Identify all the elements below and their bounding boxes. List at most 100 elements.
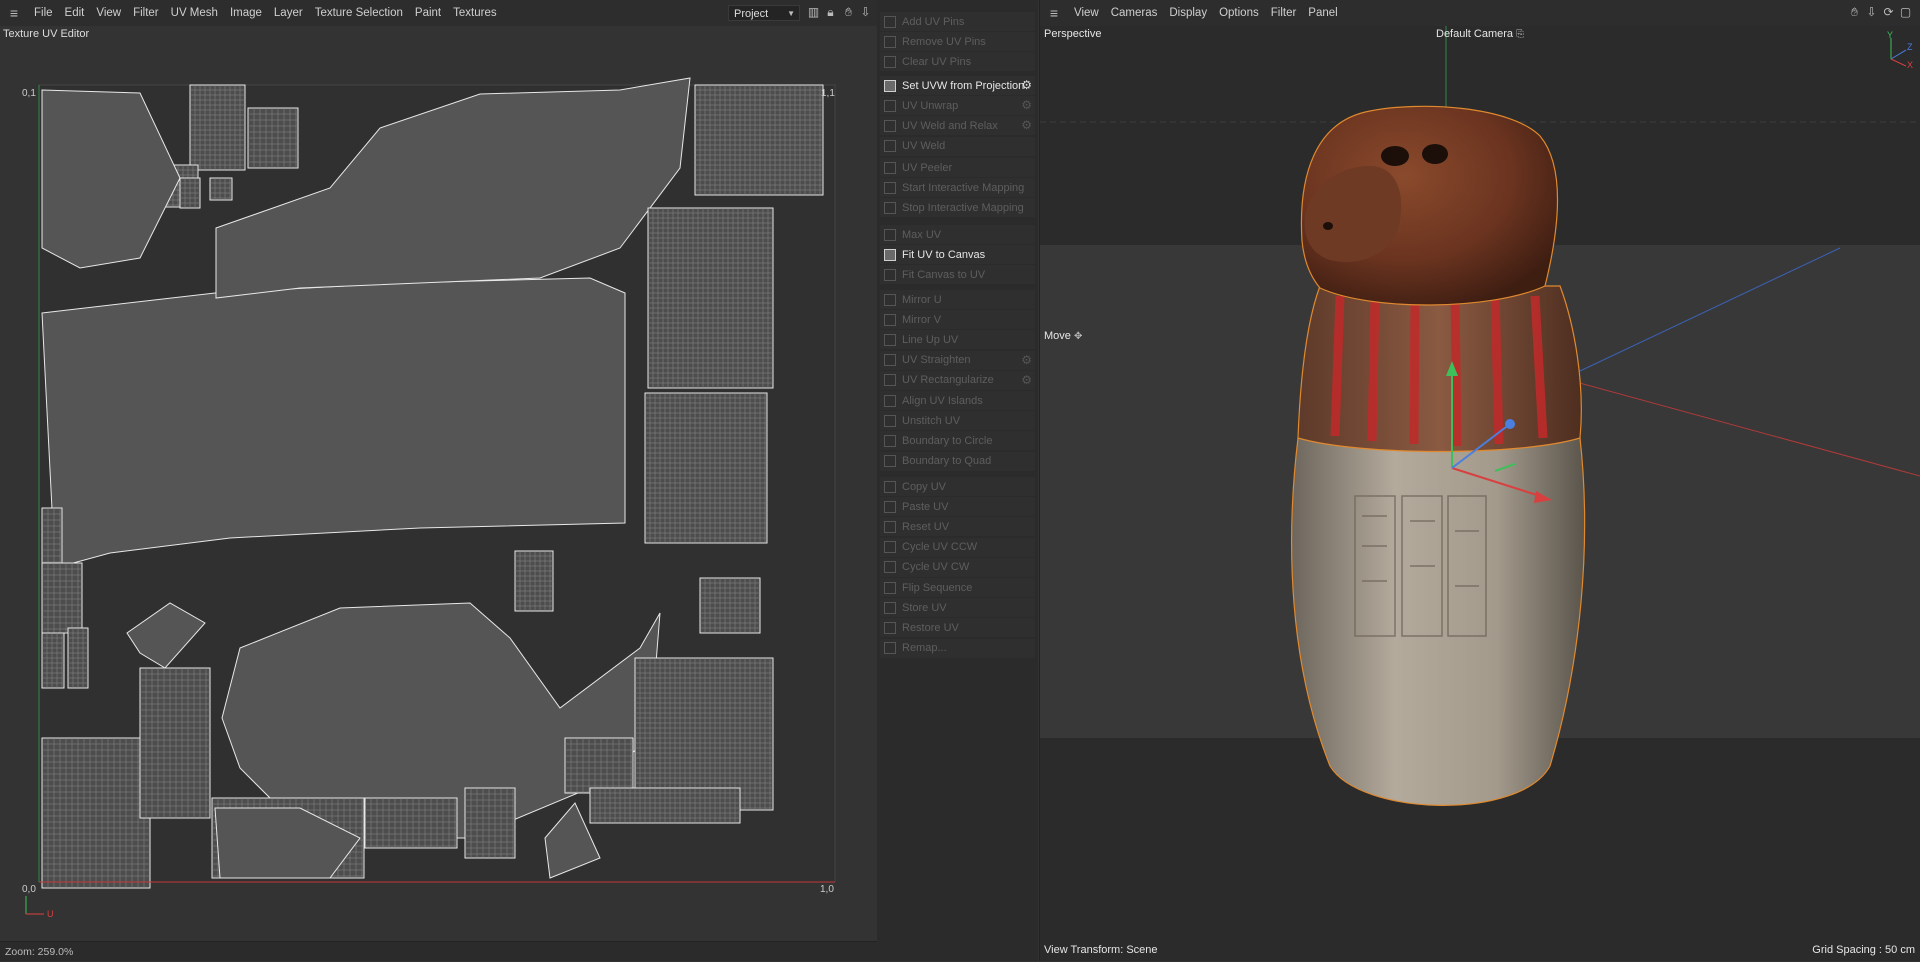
cmd-set-uvw-from-projection[interactable]: Set UVW from Projection ⚙ <box>880 76 1035 95</box>
cmd-uv-weld-and-relax[interactable]: UV Weld and Relax ⚙ <box>880 116 1035 136</box>
uv-menu-texture-selection[interactable]: Texture Selection <box>309 0 409 26</box>
cmd-restore-uv[interactable]: Restore UV <box>880 618 1035 638</box>
gear-icon[interactable]: ⚙ <box>1021 354 1032 366</box>
uv-commands-panel: Add UV Pins Remove UV Pins Clear UV Pins Se… <box>877 0 1038 961</box>
panel-title: Texture UV Editor <box>3 28 90 40</box>
viewport-menu-display[interactable]: Display <box>1163 0 1213 26</box>
cmd-align-uv-islands[interactable]: Align UV Islands <box>880 391 1035 410</box>
uv-menu-layer[interactable]: Layer <box>268 0 309 26</box>
uv-island <box>464 787 516 859</box>
cmd-boundary-to-quad[interactable]: Boundary to Quad <box>880 451 1035 471</box>
command-label: UV Weld and Relax <box>902 119 998 132</box>
cmd-paste-uv[interactable]: Paste UV <box>880 497 1035 517</box>
uv-menu-view[interactable]: View <box>90 0 127 26</box>
viewport-menu-panel[interactable]: Panel <box>1302 0 1343 26</box>
gear-icon[interactable]: ⚙ <box>1021 99 1032 111</box>
uv-island <box>41 632 65 689</box>
command-label: Add UV Pins <box>902 15 965 28</box>
cmd-uv-rectangularize[interactable]: UV Rectangularize ⚙ <box>880 370 1035 390</box>
cmd-line-up-uv[interactable]: Line Up UV <box>880 330 1035 350</box>
cmd-clear-uv-pins[interactable]: Clear UV Pins <box>880 52 1035 72</box>
uv-island <box>694 84 824 196</box>
move-view-icon[interactable]: ⇩ <box>858 5 873 20</box>
command-icon <box>884 201 896 214</box>
command-icon <box>884 313 896 326</box>
hamburger-icon[interactable]: ≡ <box>0 0 28 26</box>
grid-spacing-label: Grid Spacing : 50 cm <box>1812 944 1915 956</box>
hand-pan-icon[interactable]: ✋︎ <box>1847 5 1862 20</box>
maximize-icon[interactable]: ▢ <box>1898 5 1913 20</box>
viewport-panel: ≡ View Cameras Display Options Filter Panel ✋… <box>1039 0 1920 961</box>
cmd-copy-uv[interactable]: Copy UV <box>880 477 1035 496</box>
project-select[interactable]: Project ▼ <box>728 5 800 21</box>
uv-menu-image[interactable]: Image <box>224 0 268 26</box>
uv-island <box>647 207 774 389</box>
command-label: Flip Sequence <box>902 581 973 594</box>
uv-island <box>589 787 741 824</box>
uv-menu-file[interactable]: File <box>28 0 59 26</box>
camera-name: Default Camera <box>1436 28 1514 40</box>
viewport-menu-view[interactable]: View <box>1068 0 1105 26</box>
graph-icon[interactable]: ▥ <box>806 5 821 20</box>
gizmo-z-handle[interactable] <box>1505 419 1515 429</box>
command-icon <box>884 541 896 554</box>
command-label: Unstitch UV <box>902 414 961 427</box>
cmd-store-uv[interactable]: Store UV <box>880 598 1035 618</box>
canopic-jar-model[interactable] <box>1291 105 1586 806</box>
cmd-mirror-v[interactable]: Mirror V <box>880 310 1035 330</box>
cmd-cycle-uv-ccw[interactable]: Cycle UV CCW <box>880 537 1035 557</box>
cmd-reset-uv[interactable]: Reset UV <box>880 517 1035 537</box>
cmd-mirror-u[interactable]: Mirror U <box>880 290 1035 309</box>
uv-canvas[interactable]: 0,1 1,1 0,0 1,0 U <box>0 48 877 941</box>
gear-icon[interactable]: ⚙ <box>1021 79 1032 91</box>
viewport-3d[interactable]: Y Z X <box>1040 26 1920 961</box>
cmd-add-uv-pins[interactable]: Add UV Pins <box>880 12 1035 31</box>
command-label: Clear UV Pins <box>902 55 972 68</box>
uv-island <box>634 657 774 811</box>
cmd-fit-uv-to-canvas[interactable]: Fit UV to Canvas <box>880 245 1035 265</box>
command-icon <box>884 642 896 655</box>
cmd-uv-weld[interactable]: UV Weld <box>880 136 1035 156</box>
move-view-icon[interactable]: ⇩ <box>1864 5 1879 20</box>
hand-pan-icon[interactable]: ✋︎ <box>841 5 856 20</box>
rotate-view-icon[interactable]: ⟳ <box>1881 5 1896 20</box>
cmd-stop-interactive-mapping[interactable]: Stop Interactive Mapping <box>880 198 1035 218</box>
u-axis-label: U <box>47 909 54 919</box>
cmd-remove-uv-pins[interactable]: Remove UV Pins <box>880 32 1035 52</box>
command-label: Store UV <box>902 601 947 614</box>
uv-menu-filter[interactable]: Filter <box>127 0 165 26</box>
viewport-menu-cameras[interactable]: Cameras <box>1105 0 1164 26</box>
cmd-uv-peeler[interactable]: UV Peeler <box>880 158 1035 177</box>
tool-name: Move <box>1044 330 1071 342</box>
gear-icon[interactable]: ⚙ <box>1021 374 1032 386</box>
cmd-remap[interactable]: Remap... <box>880 638 1035 658</box>
command-label: UV Unwrap <box>902 99 959 112</box>
view-name-label: Perspective <box>1044 28 1102 40</box>
hamburger-icon[interactable]: ≡ <box>1040 0 1068 26</box>
cmd-uv-unwrap[interactable]: UV Unwrap ⚙ <box>880 96 1035 116</box>
cmd-start-interactive-mapping[interactable]: Start Interactive Mapping <box>880 178 1035 198</box>
cmd-unstitch-uv[interactable]: Unstitch UV <box>880 411 1035 431</box>
command-label: Start Interactive Mapping <box>902 181 1025 194</box>
viewport-menu-filter[interactable]: Filter <box>1265 0 1303 26</box>
cmd-cycle-uv-cw[interactable]: Cycle UV CW <box>880 557 1035 577</box>
camera-label[interactable]: Default Camera ⎘ <box>1436 28 1524 40</box>
uv-menu-textures[interactable]: Textures <box>447 0 502 26</box>
cmd-uv-straighten[interactable]: UV Straighten ⚙ <box>880 350 1035 370</box>
uv-menu-edit[interactable]: Edit <box>59 0 91 26</box>
command-label: Mirror U <box>902 293 942 306</box>
camera-icon: ⎘ <box>1516 29 1525 40</box>
uv-menu-paint[interactable]: Paint <box>409 0 447 26</box>
cmd-boundary-to-circle[interactable]: Boundary to Circle <box>880 431 1035 451</box>
command-icon <box>884 228 896 241</box>
uv-island <box>41 562 83 634</box>
command-label: Restore UV <box>902 621 959 634</box>
viewport-menu-options[interactable]: Options <box>1213 0 1265 26</box>
cmd-flip-sequence[interactable]: Flip Sequence <box>880 578 1035 597</box>
uv-menu-uv-mesh[interactable]: UV Mesh <box>165 0 224 26</box>
lock-icon[interactable]: 🔒︎ <box>823 5 838 20</box>
cmd-max-uv[interactable]: Max UV <box>880 225 1035 244</box>
gear-icon[interactable]: ⚙ <box>1021 119 1032 131</box>
cmd-fit-canvas-to-uv[interactable]: Fit Canvas to UV <box>880 265 1035 285</box>
command-label: Align UV Islands <box>902 394 983 407</box>
